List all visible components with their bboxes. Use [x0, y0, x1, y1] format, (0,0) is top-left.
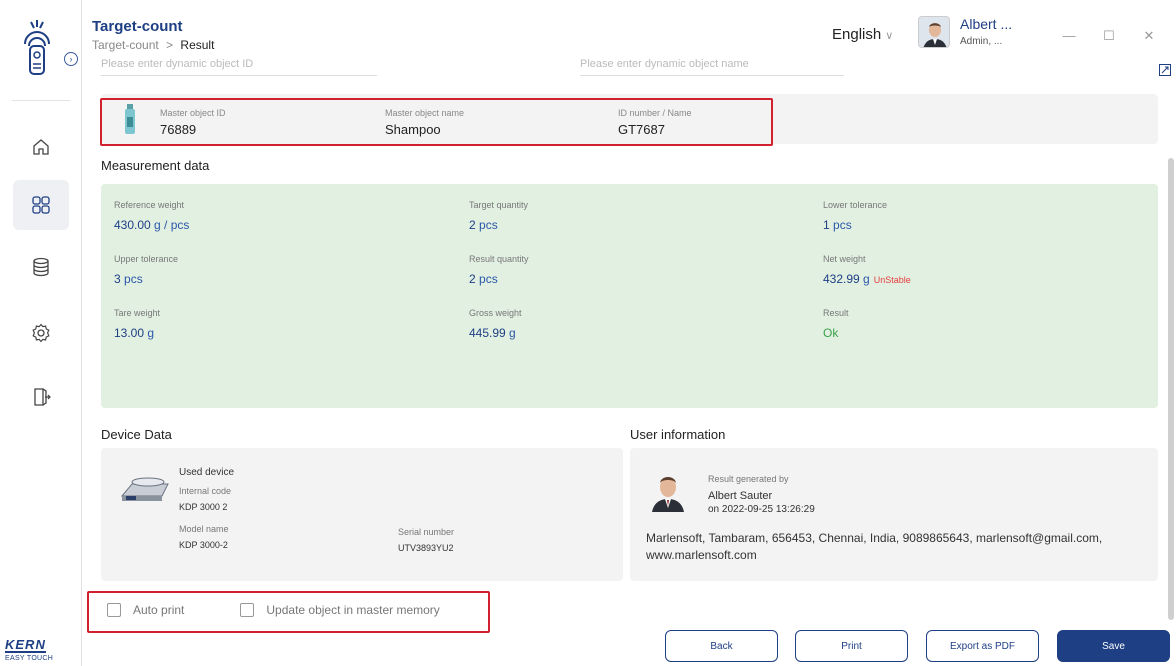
- result-field: Result Ok: [823, 308, 849, 340]
- grid-icon: [32, 196, 50, 214]
- measurement-card: [101, 184, 1158, 408]
- sidebar-item-database[interactable]: [13, 242, 69, 292]
- master-object-highlight: [100, 98, 773, 146]
- target-quantity-value: 2: [469, 218, 476, 232]
- reference-weight-field: Reference weight 430.00 g / pcs: [114, 200, 189, 232]
- net-weight-value: 432.99: [823, 272, 860, 286]
- gross-weight-label: Gross weight: [469, 308, 522, 318]
- options-highlight: [87, 591, 490, 633]
- gross-weight-unit: g: [509, 326, 516, 340]
- database-icon: [33, 257, 49, 277]
- breadcrumb-parent[interactable]: Target-count: [92, 38, 159, 52]
- sidebar-item-settings[interactable]: [13, 308, 69, 358]
- tare-weight-label: Tare weight: [114, 308, 161, 318]
- sidebar-divider: [12, 100, 70, 101]
- avatar[interactable]: [918, 16, 950, 48]
- sidebar-item-logout[interactable]: [13, 372, 69, 422]
- result-generated-block: Result generated by Albert Sauter on 202…: [708, 474, 815, 515]
- upper-tolerance-value: 3: [114, 272, 121, 286]
- language-label: English: [832, 26, 882, 43]
- header: Target-count Target-count > Result Engli…: [82, 0, 1176, 58]
- net-weight-unit: g: [863, 272, 870, 286]
- minimize-icon[interactable]: —: [1062, 28, 1076, 43]
- result-quantity-value: 2: [469, 272, 476, 286]
- language-selector[interactable]: English ∨: [832, 26, 893, 43]
- result-quantity-label: Result quantity: [469, 254, 529, 264]
- result-generated-label: Result generated by: [708, 474, 789, 484]
- breadcrumb: Target-count > Result: [92, 38, 214, 52]
- lower-tolerance-field: Lower tolerance 1 pcs: [823, 200, 887, 232]
- used-device-block: Used device Internal code KDP 3000 2 Mod…: [179, 467, 234, 550]
- upper-tolerance-unit: pcs: [124, 272, 143, 286]
- kern-logo: KERN EASY TOUCH: [5, 636, 75, 662]
- user-role: Admin, ...: [960, 36, 1003, 47]
- tare-weight-field: Tare weight 13.00 g: [114, 308, 160, 340]
- reference-weight-label: Reference weight: [114, 200, 185, 210]
- close-icon[interactable]: ✕: [1142, 28, 1156, 44]
- gross-weight-value: 445.99: [469, 326, 506, 340]
- generated-by-name: Albert Sauter: [708, 490, 773, 502]
- net-weight-label: Net weight: [823, 254, 866, 264]
- serial-number-field: Serial number UTV3893YU2: [398, 527, 454, 553]
- page-title: Target-count: [92, 18, 183, 35]
- used-device-heading: Used device: [179, 467, 235, 478]
- upper-tolerance-label: Upper tolerance: [114, 254, 179, 264]
- measurement-section-title: Measurement data: [101, 158, 210, 173]
- net-weight-field: Net weight 432.99 g UnStable: [823, 254, 911, 286]
- reference-weight-unit: g / pcs: [154, 218, 190, 232]
- tare-weight-value: 13.00: [114, 326, 145, 340]
- print-button[interactable]: Print: [795, 630, 908, 662]
- internal-code-value: KDP 3000 2: [179, 502, 228, 512]
- serial-number-label: Serial number: [398, 527, 455, 537]
- internal-code-label: Internal code: [179, 486, 232, 496]
- user-photo-icon: [919, 17, 949, 47]
- kern-brand-sub: EASY TOUCH: [5, 655, 54, 662]
- logout-icon: [34, 388, 51, 406]
- gear-icon: [32, 323, 50, 343]
- target-quantity-field: Target quantity 2 pcs: [469, 200, 528, 232]
- breadcrumb-separator: >: [166, 38, 174, 52]
- device-section-title: Device Data: [101, 427, 172, 442]
- upper-tolerance-field: Upper tolerance 3 pcs: [114, 254, 178, 286]
- back-button[interactable]: Back: [665, 630, 778, 662]
- dynamic-object-name-input[interactable]: Please enter dynamic object name: [580, 58, 844, 76]
- model-name-label: Model name: [179, 524, 229, 534]
- result-label: Result: [823, 308, 849, 318]
- result-quantity-unit: pcs: [479, 272, 498, 286]
- export-pdf-button[interactable]: Export as PDF: [926, 630, 1039, 662]
- user-info-section-title: User information: [630, 427, 726, 442]
- sidebar-item-applications[interactable]: [13, 180, 69, 230]
- dynamic-object-id-input[interactable]: Please enter dynamic object ID: [101, 58, 377, 76]
- user-photo-icon: [648, 470, 688, 512]
- unstable-badge: UnStable: [873, 275, 911, 285]
- result-value: Ok: [823, 326, 839, 340]
- chevron-down-icon: ∨: [885, 30, 894, 42]
- save-button[interactable]: Save: [1057, 630, 1170, 662]
- tare-weight-unit: g: [147, 326, 155, 340]
- kern-brand-name: KERN: [5, 637, 46, 653]
- model-name-value: KDP 3000-2: [179, 540, 228, 550]
- scrollbar[interactable]: [1168, 158, 1174, 620]
- weighing-scale-icon: [120, 477, 169, 501]
- gross-weight-field: Gross weight 445.99 g: [469, 308, 522, 340]
- target-quantity-label: Target quantity: [469, 200, 529, 210]
- sidebar-item-home[interactable]: [13, 122, 69, 172]
- breadcrumb-current: Result: [180, 38, 215, 52]
- user-address: Marlensoft, Tambaram, 656453, Chennai, I…: [646, 531, 1103, 562]
- serial-number-value: UTV3893YU2: [398, 543, 454, 553]
- sidebar-toggle-chevron-icon[interactable]: ›: [64, 52, 78, 66]
- user-name[interactable]: Albert ...: [960, 16, 1012, 32]
- home-icon: [33, 139, 49, 155]
- sidebar: › KERN EASY TOUCH: [0, 0, 82, 666]
- reference-weight-value: 430.00: [114, 218, 151, 232]
- expand-icon[interactable]: [1159, 64, 1171, 76]
- lower-tolerance-unit: pcs: [833, 218, 852, 232]
- lower-tolerance-label: Lower tolerance: [823, 200, 888, 210]
- scale-touch-logo-icon: [24, 20, 50, 75]
- maximize-icon[interactable]: ☐: [1102, 28, 1116, 44]
- generated-date: on 2022-09-25 13:26:29: [708, 504, 815, 515]
- lower-tolerance-value: 1: [823, 218, 830, 232]
- target-quantity-unit: pcs: [479, 218, 498, 232]
- result-quantity-field: Result quantity 2 pcs: [469, 254, 529, 286]
